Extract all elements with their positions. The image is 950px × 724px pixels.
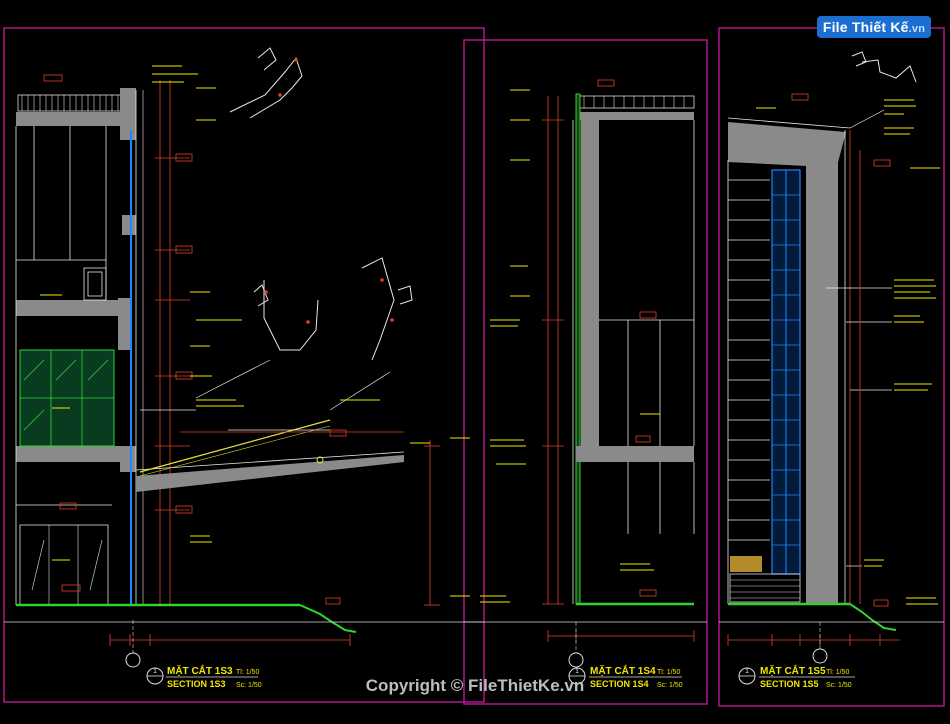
site-logo: File Thiết Kế.vn	[808, 10, 940, 44]
copyright-watermark: Copyright © FileThietKe.vn	[365, 676, 585, 695]
grid-bubble-1s3	[125, 652, 141, 668]
logo-text: File Thiết Kế	[822, 19, 909, 35]
logo-mark: File Thiết Kế.vn	[816, 16, 932, 38]
scale-vn-1s3: Tl: 1/50	[236, 669, 259, 676]
section-1s5-drawing	[719, 51, 944, 664]
title-bubble-tag-1s5: 1	[745, 669, 749, 675]
title-bubble-tag-1s4: 1	[575, 669, 579, 675]
title-bubble-tag-1s3: 1	[153, 669, 157, 675]
scale-vn-1s4: Tl: 1/50	[657, 669, 680, 676]
cad-drawing-canvas: 1 MẶT CẮT 1S3 SECTION 1S3 Tl: 1/50 Sc: 1…	[3, 27, 945, 707]
scale-vn-1s5: Tl: 1/50	[826, 669, 849, 676]
grid-bubble-1s4	[568, 652, 584, 668]
section-1s3-drawing	[4, 47, 484, 668]
logo-suffix: .vn	[908, 23, 926, 35]
grid-bubble-1s5	[812, 648, 828, 664]
section-1s4-drawing	[464, 79, 707, 668]
